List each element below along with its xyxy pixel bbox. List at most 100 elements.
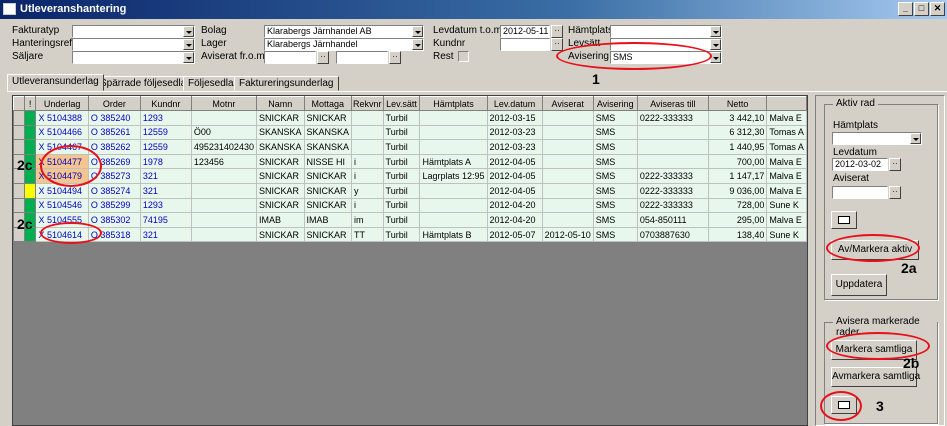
cell-hamtplats[interactable]: Lagrplats 12:95 — [419, 168, 488, 184]
cell-aviserat[interactable] — [542, 154, 594, 170]
side-hamtplats-select[interactable] — [832, 132, 922, 145]
cell-mottaga[interactable]: SNICKAR — [304, 227, 353, 243]
save-disk-button[interactable] — [831, 211, 857, 229]
rest-checkbox[interactable] — [458, 51, 469, 62]
cell-motnr[interactable] — [191, 110, 257, 126]
cell-mark[interactable]: X — [38, 127, 44, 137]
cell-o[interactable]: O — [91, 113, 98, 123]
cell-kundnr[interactable]: 1293 — [140, 110, 192, 126]
cell-order[interactable]: O 385302 — [88, 212, 141, 228]
cell-mottaga[interactable]: IMAB — [304, 212, 353, 228]
cell-aviserat[interactable] — [542, 110, 594, 126]
cell-mark[interactable]: X — [38, 142, 44, 152]
cell-netto[interactable]: 3 442,10 — [708, 110, 768, 126]
cell-underlag[interactable]: X 5104466 — [35, 125, 89, 141]
row-selector[interactable] — [13, 125, 25, 141]
table-row[interactable]: X 5104614 O 385318 321 SNICKAR SNICKAR TT Turb… — [13, 227, 807, 243]
cell-avisering[interactable]: SMS — [593, 212, 638, 228]
cell-rekvnr[interactable] — [351, 110, 384, 126]
column-header[interactable]: Motnr — [190, 96, 257, 111]
cell-avisering[interactable]: SMS — [593, 139, 638, 155]
table-row[interactable]: X 5104466 O 385261 12559 Ö00 SKANSKA SKANSKA T… — [13, 125, 807, 141]
cell-underlag[interactable]: X 5104388 — [35, 110, 89, 126]
cell-motnr[interactable] — [191, 227, 257, 243]
cell-netto[interactable]: 1 440,95 — [708, 139, 768, 155]
cell-avisering[interactable]: SMS — [593, 154, 638, 170]
cell-kundnr[interactable]: 321 — [140, 227, 192, 243]
cell-rekvnr[interactable]: i — [351, 154, 384, 170]
cell-levsatt[interactable]: Turbil — [383, 154, 421, 170]
cell-extra[interactable]: Malva E — [766, 168, 807, 184]
column-header[interactable]: Lev.datum — [486, 96, 543, 111]
cell-rekvnr[interactable]: y — [351, 183, 384, 199]
bolag-select[interactable]: Klarabergs Järnhandel AB — [264, 25, 424, 38]
column-header[interactable]: Avisering — [592, 96, 638, 111]
cell-levdatum[interactable]: 2012-04-05 — [487, 154, 543, 170]
cell-levdatum[interactable]: 2012-04-05 — [487, 183, 543, 199]
column-header[interactable]: Underlag — [35, 96, 89, 111]
maximize-button[interactable]: □ — [914, 2, 929, 16]
cell-motnr[interactable]: 123456 — [191, 154, 257, 170]
chevron-down-icon[interactable] — [910, 133, 921, 144]
cell-levsatt[interactable]: Turbil — [383, 110, 421, 126]
chevron-down-icon[interactable] — [412, 26, 423, 37]
calendar-icon[interactable]: ·· — [317, 51, 329, 64]
cell-levsatt[interactable]: Turbil — [383, 227, 421, 243]
cell-aviseras_till[interactable] — [637, 154, 709, 170]
cell-aviserat[interactable] — [542, 183, 594, 199]
cell-levsatt[interactable]: Turbil — [383, 125, 421, 141]
cell-levsatt[interactable]: Turbil — [383, 168, 421, 184]
chevron-down-icon[interactable] — [183, 52, 194, 63]
cell-kundnr[interactable]: 12559 — [140, 125, 192, 141]
cell-motnr[interactable] — [191, 168, 257, 184]
cell-avisering[interactable]: SMS — [593, 183, 638, 199]
cell-motnr[interactable] — [191, 212, 257, 228]
cell-namn[interactable]: SNICKAR — [256, 110, 305, 126]
cell-levdatum[interactable]: 2012-03-15 — [487, 110, 543, 126]
cell-o[interactable]: O — [91, 200, 98, 210]
cell-aviseras_till[interactable]: 0222-333333 — [637, 110, 709, 126]
cell-namn[interactable]: SNICKAR — [256, 227, 305, 243]
table-row[interactable]: X 5104467 O 385262 12559 495231402430 SKANSK… — [13, 139, 807, 155]
cell-namn[interactable]: SKANSKA — [256, 125, 305, 141]
cell-aviserat[interactable] — [542, 168, 594, 184]
table-row[interactable]: X 5104555 O 385302 74195 IMAB IMAB im Turbil 20… — [13, 212, 807, 228]
cell-rekvnr[interactable]: TT — [351, 227, 384, 243]
cell-mottaga[interactable]: SNICKAR — [304, 168, 353, 184]
cell-aviserat[interactable] — [542, 198, 594, 214]
cell-order[interactable]: O 385274 — [88, 183, 141, 199]
cell-extra[interactable]: Malva E — [766, 110, 807, 126]
table-row[interactable]: X 5104546 O 385299 1293 SNICKAR SNICKAR i Turb… — [13, 198, 807, 214]
column-header[interactable]: Kundnr — [139, 96, 192, 111]
cell-rekvnr[interactable] — [351, 139, 384, 155]
tab-faktureringsunderlag[interactable]: Faktureringsunderlag — [234, 76, 339, 91]
column-header[interactable]: Order — [87, 96, 141, 111]
cell-avisering[interactable]: SMS — [593, 110, 638, 126]
cell-kundnr[interactable]: 12559 — [140, 139, 192, 155]
cell-mark[interactable]: X — [38, 200, 44, 210]
cell-namn[interactable]: SNICKAR — [256, 154, 305, 170]
cell-netto[interactable]: 138,40 — [708, 227, 768, 243]
row-selector[interactable] — [13, 198, 25, 214]
table-row[interactable]: X 5104477 O 385269 1978 123456 SNICKAR NISSE … — [13, 154, 807, 170]
column-header[interactable]: Rekvnr — [351, 96, 384, 111]
fakturatyp-select[interactable] — [72, 25, 195, 38]
column-header[interactable]: Netto — [707, 96, 768, 111]
cell-hamtplats[interactable]: Hämtplats A — [419, 154, 488, 170]
column-header[interactable]: Namn — [255, 96, 305, 111]
cell-netto[interactable]: 1 147,17 — [708, 168, 768, 184]
underlag-grid[interactable]: ! Underlag Order Kundnr Motnr Namn Mottaga Rekv… — [12, 95, 808, 426]
cell-mark[interactable]: X — [38, 113, 44, 123]
cell-o[interactable]: O — [91, 186, 98, 196]
minimize-button[interactable]: _ — [898, 2, 913, 16]
column-header[interactable]: Lev.sätt — [382, 96, 421, 111]
cell-order[interactable]: O 385240 — [88, 110, 141, 126]
cell-hamtplats[interactable] — [419, 110, 488, 126]
calendar-icon[interactable]: ·· — [551, 25, 563, 38]
cell-aviserat[interactable] — [542, 139, 594, 155]
cell-aviseras_till[interactable] — [637, 125, 709, 141]
cell-avisering[interactable]: SMS — [593, 125, 638, 141]
cell-aviseras_till[interactable]: 0222-333333 — [637, 198, 709, 214]
cell-namn[interactable]: SNICKAR — [256, 183, 305, 199]
cell-namn[interactable]: SKANSKA — [256, 139, 305, 155]
